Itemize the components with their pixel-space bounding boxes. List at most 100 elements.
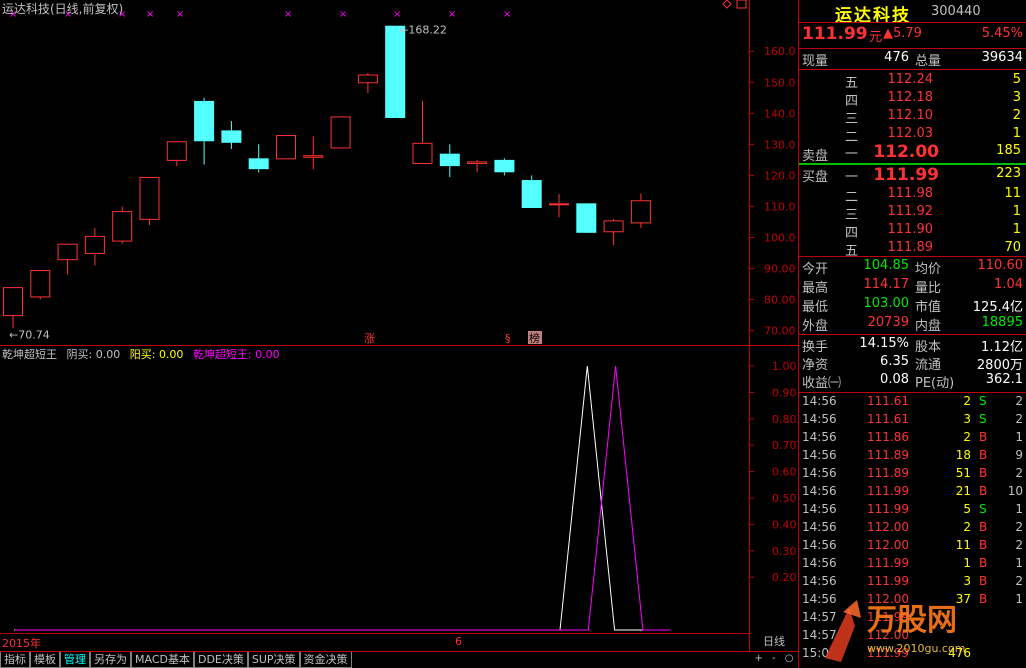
fund-value: 14.15% [859,336,909,351]
volume-row: 现量 476 总量 39634 [799,50,1026,69]
bid-level: 四 [845,226,859,241]
tab-manage[interactable]: 管理 [60,652,90,668]
tick-side: S [979,502,987,516]
tick-volume: 51 [955,466,971,480]
candle[interactable] [84,228,105,266]
tick-side: B [979,466,988,480]
candle[interactable] [30,270,51,300]
signal-x-marker: × [448,9,456,20]
candle[interactable] [303,136,324,170]
tick-price: 111.99 [867,502,909,516]
tick-row: 14:56 111.89 18 B 9 [799,448,1026,466]
diamond-icon[interactable] [722,0,732,9]
candle[interactable] [3,287,23,329]
candle[interactable] [549,194,569,218]
candle[interactable] [521,175,542,208]
indicator-title: 乾坤超短王 阴买: 0.00 阳买: 0.00 乾坤超短王: 0.00 [2,346,286,362]
candle[interactable] [494,158,515,176]
tab-indicator[interactable]: 指标 [0,652,30,668]
price-change: ▲5.79 [883,26,922,41]
tab-template[interactable]: 模板 [30,652,60,668]
tick-count: 1 [1015,502,1023,516]
fundamental-row: 换手 14.15% 股本 1.12亿 [799,336,1026,355]
chart-area[interactable]: ←168.22 ←70.74 160.0 150.0 140.0 130.0 120.0 1… [0,0,798,668]
tick-count: 2 [1015,538,1023,552]
indicator-series-white [14,365,670,631]
candle[interactable] [385,25,406,118]
y-tick-label: 130.0 [764,138,796,151]
tick-volume: 2 [963,430,971,444]
tick-side: S [979,412,987,426]
candle[interactable] [576,203,597,233]
stat-label: 量比 [915,281,942,296]
x-axis-month-label: 6 [455,635,462,648]
y-tick-label: 80.00 [764,294,796,307]
tick-row: 14:56 111.86 2 B 1 [799,430,1026,448]
stat-value: 18895 [981,315,1023,330]
tick-side: B [979,448,988,462]
candle[interactable] [112,206,133,244]
tick-time: 14:56 [802,502,837,516]
ask-price: 112.10 [887,108,934,123]
ask-level-row[interactable]: 五 112.24 5 [799,72,1026,91]
candle[interactable] [357,72,378,94]
candle[interactable] [139,176,160,226]
watermark-url: www.2010gu.com [867,642,965,655]
candle[interactable] [194,97,215,165]
candle[interactable] [330,116,351,149]
bid-level-row[interactable]: 二 111.98 11 [799,186,1026,205]
tick-count: 2 [1015,412,1023,426]
tick-volume: 18 [955,448,971,462]
tick-count: 10 [1007,484,1023,498]
zongliang-value: 39634 [981,50,1023,65]
y-tick-label: 90.00 [764,263,796,276]
tab-dde[interactable]: DDE决策 [193,652,248,668]
candle[interactable] [630,193,651,229]
quote-panel: 运达科技 300440 111.99 元 ▲5.79 5.45% 现量 476 … [798,0,1026,668]
bid-level: 一 [845,170,859,185]
candle[interactable] [57,243,78,275]
candle[interactable] [412,100,433,164]
stat-label: 今开 [802,262,829,277]
tab-fund[interactable]: 资金决策 [299,652,352,668]
tick-price: 111.99 [867,484,909,498]
stat-label: 内盘 [915,319,942,334]
fund-label: 收益㈠ [802,376,842,391]
bid-vol: 1 [1012,204,1021,219]
stat-row: 今开 104.85 均价 110.60 [799,258,1026,277]
tab-macd[interactable]: MACD基本 [131,652,194,668]
tab-sup[interactable]: SUP决策 [247,652,300,668]
price-row: 111.99 元 ▲5.79 5.45% [799,24,1026,46]
tick-row: 14:56 111.99 5 S 1 [799,502,1026,520]
candle[interactable] [439,144,460,177]
ask-level-row[interactable]: 四 112.18 3 [799,90,1026,109]
close-chart-icon[interactable] [736,0,747,9]
signal-x-marker: × [393,9,401,20]
kline-chart[interactable]: ←168.22 ←70.74 160.0 150.0 140.0 130.0 120.0 1… [0,0,798,668]
tick-price: 112.00 [867,538,909,552]
tab-save-as[interactable]: 另存为 [90,652,131,668]
low-price-label: ←70.74 [9,328,50,341]
fund-label: 股本 [915,340,942,355]
candle[interactable] [248,144,269,173]
bid-price: 111.99 [873,165,939,185]
candle[interactable] [221,121,242,150]
bid-level-row[interactable]: 三 111.92 1 [799,204,1026,223]
period-label[interactable]: 日线 [750,634,798,650]
fund-label: 净资 [802,358,829,373]
stock-header: 运达科技 300440 [799,0,1026,26]
signal-x-marker: × [284,9,292,20]
xianliang-label: 现量 [802,54,829,69]
candle[interactable] [603,218,624,246]
candle[interactable] [166,141,187,167]
bid-vol: 70 [1004,240,1021,255]
stat-value: 1.04 [994,277,1023,292]
bid-level-row[interactable]: 一 111.99 223 [799,165,1026,185]
candle[interactable] [467,159,488,173]
price-unit: 元 [869,30,883,45]
ask-level-row[interactable]: 三 112.10 2 [799,108,1026,127]
ask-level-row[interactable]: 一 112.00 185 [799,142,1026,162]
bid-level-row[interactable]: 四 111.90 1 [799,222,1026,241]
candle[interactable] [276,135,296,160]
indicator-y-tick: 1.00 [772,360,797,373]
